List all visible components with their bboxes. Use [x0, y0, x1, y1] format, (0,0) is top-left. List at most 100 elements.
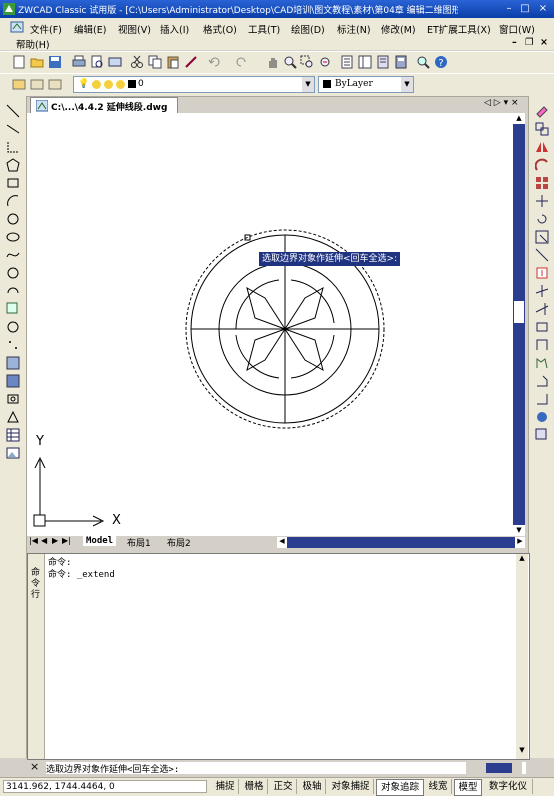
revcloud-icon[interactable]	[6, 230, 20, 244]
fillet-icon[interactable]	[535, 392, 549, 406]
mdi-minimize-button[interactable]: –	[512, 37, 517, 48]
undo-icon[interactable]	[208, 55, 222, 69]
offset-icon[interactable]	[535, 158, 549, 172]
tool-palettes-icon[interactable]	[376, 55, 390, 69]
layout-nav-prev-icon[interactable]: ◀	[41, 536, 47, 545]
arc-icon[interactable]	[6, 194, 20, 208]
match-properties-icon[interactable]	[184, 55, 198, 69]
grid-toggle[interactable]: 栅格	[241, 779, 268, 794]
command-window-handle[interactable]: 命令行	[28, 554, 45, 759]
otrack-toggle[interactable]: 对象追踪	[376, 779, 424, 796]
menu-help[interactable]: 帮助(H)	[16, 37, 50, 51]
save-icon[interactable]	[48, 55, 62, 69]
properties-icon[interactable]	[340, 55, 354, 69]
command-hscroll[interactable]	[466, 762, 522, 774]
layout-nav-first-icon[interactable]: |◀	[29, 536, 38, 545]
tablet-toggle[interactable]: 数字化仪	[484, 779, 533, 794]
gradient-icon[interactable]	[6, 374, 20, 388]
zoom-previous-icon[interactable]	[318, 55, 332, 69]
lengthen-icon[interactable]	[535, 266, 549, 280]
command-scrollbar[interactable]: ▲ ▼	[516, 554, 528, 759]
layer-manager-icon[interactable]	[12, 77, 26, 91]
zoom-magnify-icon[interactable]	[416, 55, 430, 69]
polyline-icon[interactable]	[6, 140, 20, 154]
menu-tools[interactable]: 工具(T)	[248, 22, 280, 36]
polar-toggle[interactable]: 极轴	[299, 779, 326, 794]
menu-window[interactable]: 窗口(W)	[499, 22, 535, 36]
command-close-button[interactable]: ×	[30, 760, 39, 773]
scroll-up-icon[interactable]: ▲	[516, 554, 528, 562]
copy-icon[interactable]	[148, 55, 162, 69]
trim-icon[interactable]	[535, 284, 549, 298]
scroll-thumb[interactable]	[514, 301, 524, 323]
chamfer-icon[interactable]	[535, 374, 549, 388]
print-preview-icon[interactable]	[90, 55, 104, 69]
menu-modify[interactable]: 修改(M)	[381, 22, 416, 36]
close-button[interactable]: ×	[536, 2, 550, 15]
zoom-window-icon[interactable]	[300, 55, 314, 69]
scale-icon[interactable]	[535, 230, 549, 244]
layer-previous-icon[interactable]	[48, 77, 62, 91]
explode-icon[interactable]	[535, 410, 549, 424]
document-tab[interactable]: C:\...\4.4.2 延伸线段.dwg	[30, 97, 178, 114]
horizontal-scrollbar[interactable]: ◀ ▶	[277, 537, 525, 548]
calculator-icon[interactable]	[394, 55, 408, 69]
redo-icon[interactable]	[234, 55, 248, 69]
stretch-icon[interactable]	[535, 248, 549, 262]
print-icon[interactable]	[72, 55, 86, 69]
array-icon[interactable]	[535, 176, 549, 190]
command-hscroll-thumb[interactable]	[486, 763, 512, 773]
xline-icon[interactable]	[6, 122, 20, 136]
copy-object-icon[interactable]	[535, 122, 549, 136]
scroll-right-icon[interactable]: ▶	[515, 537, 525, 548]
extend-icon[interactable]	[535, 302, 549, 316]
model-toggle[interactable]: 模型	[454, 779, 482, 796]
paste-icon[interactable]	[166, 55, 180, 69]
new-file-icon[interactable]	[12, 55, 26, 69]
tab-navigation[interactable]: ◁ ▷ ▾ ×	[484, 98, 518, 108]
break-icon[interactable]	[535, 338, 549, 352]
scroll-up-icon[interactable]: ▲	[513, 113, 525, 124]
menu-dimension[interactable]: 标注(N)	[337, 22, 371, 36]
open-folder-icon[interactable]	[30, 55, 44, 69]
layer-dropdown[interactable]: 💡 0 ▼	[73, 76, 315, 93]
hatch-icon[interactable]	[6, 356, 20, 370]
osnap-toggle[interactable]: 对象捕捉	[328, 779, 374, 794]
scroll-down-icon[interactable]: ▼	[516, 746, 528, 754]
menu-edit[interactable]: 编辑(E)	[74, 22, 106, 36]
rotate-icon[interactable]	[535, 212, 549, 226]
publish-icon[interactable]	[108, 55, 122, 69]
help-icon[interactable]: ?	[434, 55, 448, 69]
menu-format[interactable]: 格式(O)	[203, 22, 237, 36]
polygon-icon[interactable]	[6, 158, 20, 172]
menu-file[interactable]: 文件(F)	[30, 22, 62, 36]
mdi-restore-button[interactable]: ❐	[525, 37, 534, 48]
move-icon[interactable]	[535, 194, 549, 208]
ellipse-icon[interactable]	[6, 266, 20, 280]
snap-toggle[interactable]: 捕捉	[212, 779, 239, 794]
scroll-down-icon[interactable]: ▼	[513, 525, 525, 536]
command-input[interactable]: 选取边界对象作延伸<回车全选>:	[46, 762, 526, 775]
layout-nav-last-icon[interactable]: ▶|	[62, 536, 71, 545]
menu-draw[interactable]: 绘图(D)	[291, 22, 325, 36]
linetype-dropdown[interactable]: ByLayer ▼	[318, 76, 414, 93]
break-at-point-icon[interactable]	[535, 320, 549, 334]
ellipse-arc-icon[interactable]	[6, 284, 20, 298]
zoom-realtime-icon[interactable]	[283, 55, 297, 69]
layout-nav-next-icon[interactable]: ▶	[52, 536, 58, 545]
lineweight-toggle[interactable]: 线宽	[425, 779, 452, 794]
minimize-button[interactable]: –	[502, 2, 516, 15]
circle-icon[interactable]	[6, 212, 20, 226]
modify-properties-icon[interactable]	[535, 428, 549, 442]
image-icon[interactable]	[6, 446, 20, 460]
erase-icon[interactable]	[535, 104, 549, 118]
insert-block-icon[interactable]	[6, 302, 20, 316]
join-icon[interactable]	[535, 356, 549, 370]
table-icon[interactable]	[6, 410, 20, 424]
menu-view[interactable]: 视图(V)	[118, 22, 151, 36]
cut-icon[interactable]	[130, 55, 144, 69]
make-object-layer-current-icon[interactable]	[30, 77, 44, 91]
vertical-scrollbar[interactable]: ▲ ▼	[513, 113, 525, 537]
design-center-icon[interactable]	[358, 55, 372, 69]
spline-icon[interactable]	[6, 248, 20, 262]
